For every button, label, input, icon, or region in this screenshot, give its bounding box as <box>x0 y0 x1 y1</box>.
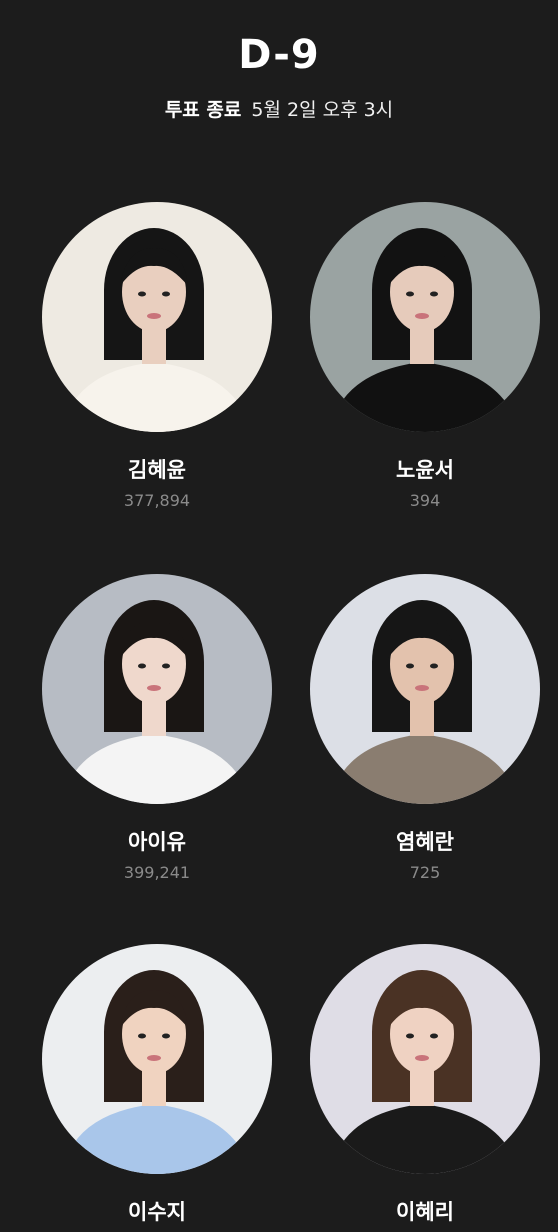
portrait-image <box>42 202 272 432</box>
vote-count: 377,894 <box>123 491 191 510</box>
portrait-image <box>310 574 540 804</box>
vote-count: 399,241 <box>123 863 191 882</box>
candidate-name: 이수지 <box>128 1200 186 1224</box>
vote-count: 394 <box>409 491 441 510</box>
candidate-card[interactable]: 노윤서 394 <box>309 202 541 512</box>
candidate-name: 김혜윤 <box>128 458 186 482</box>
candidate-photo[interactable] <box>310 574 540 804</box>
candidate-name: 염혜란 <box>396 830 454 854</box>
candidate-name: 이혜리 <box>396 1200 454 1224</box>
candidate-card[interactable]: 이혜리 <box>309 944 541 1232</box>
candidate-card[interactable]: 아이유 399,241 <box>41 574 273 884</box>
candidate-photo[interactable] <box>42 944 272 1174</box>
vote-count: 725 <box>409 863 441 882</box>
portrait-image <box>42 574 272 804</box>
candidate-photo[interactable] <box>310 944 540 1174</box>
candidate-name: 아이유 <box>128 830 186 854</box>
candidate-photo[interactable] <box>42 574 272 804</box>
candidate-card[interactable]: 염혜란 725 <box>309 574 541 884</box>
candidate-card[interactable]: 김혜윤 377,894 <box>41 202 273 512</box>
candidate-name: 노윤서 <box>396 458 454 482</box>
candidate-photo[interactable] <box>42 202 272 432</box>
candidate-grid: 김혜윤 377,894 노윤서 394 아이유 399,241 염혜란 725 … <box>0 0 558 1224</box>
portrait-image <box>42 944 272 1174</box>
portrait-image <box>310 202 540 432</box>
candidate-photo[interactable] <box>310 202 540 432</box>
portrait-image <box>310 944 540 1174</box>
candidate-card[interactable]: 이수지 <box>41 944 273 1232</box>
